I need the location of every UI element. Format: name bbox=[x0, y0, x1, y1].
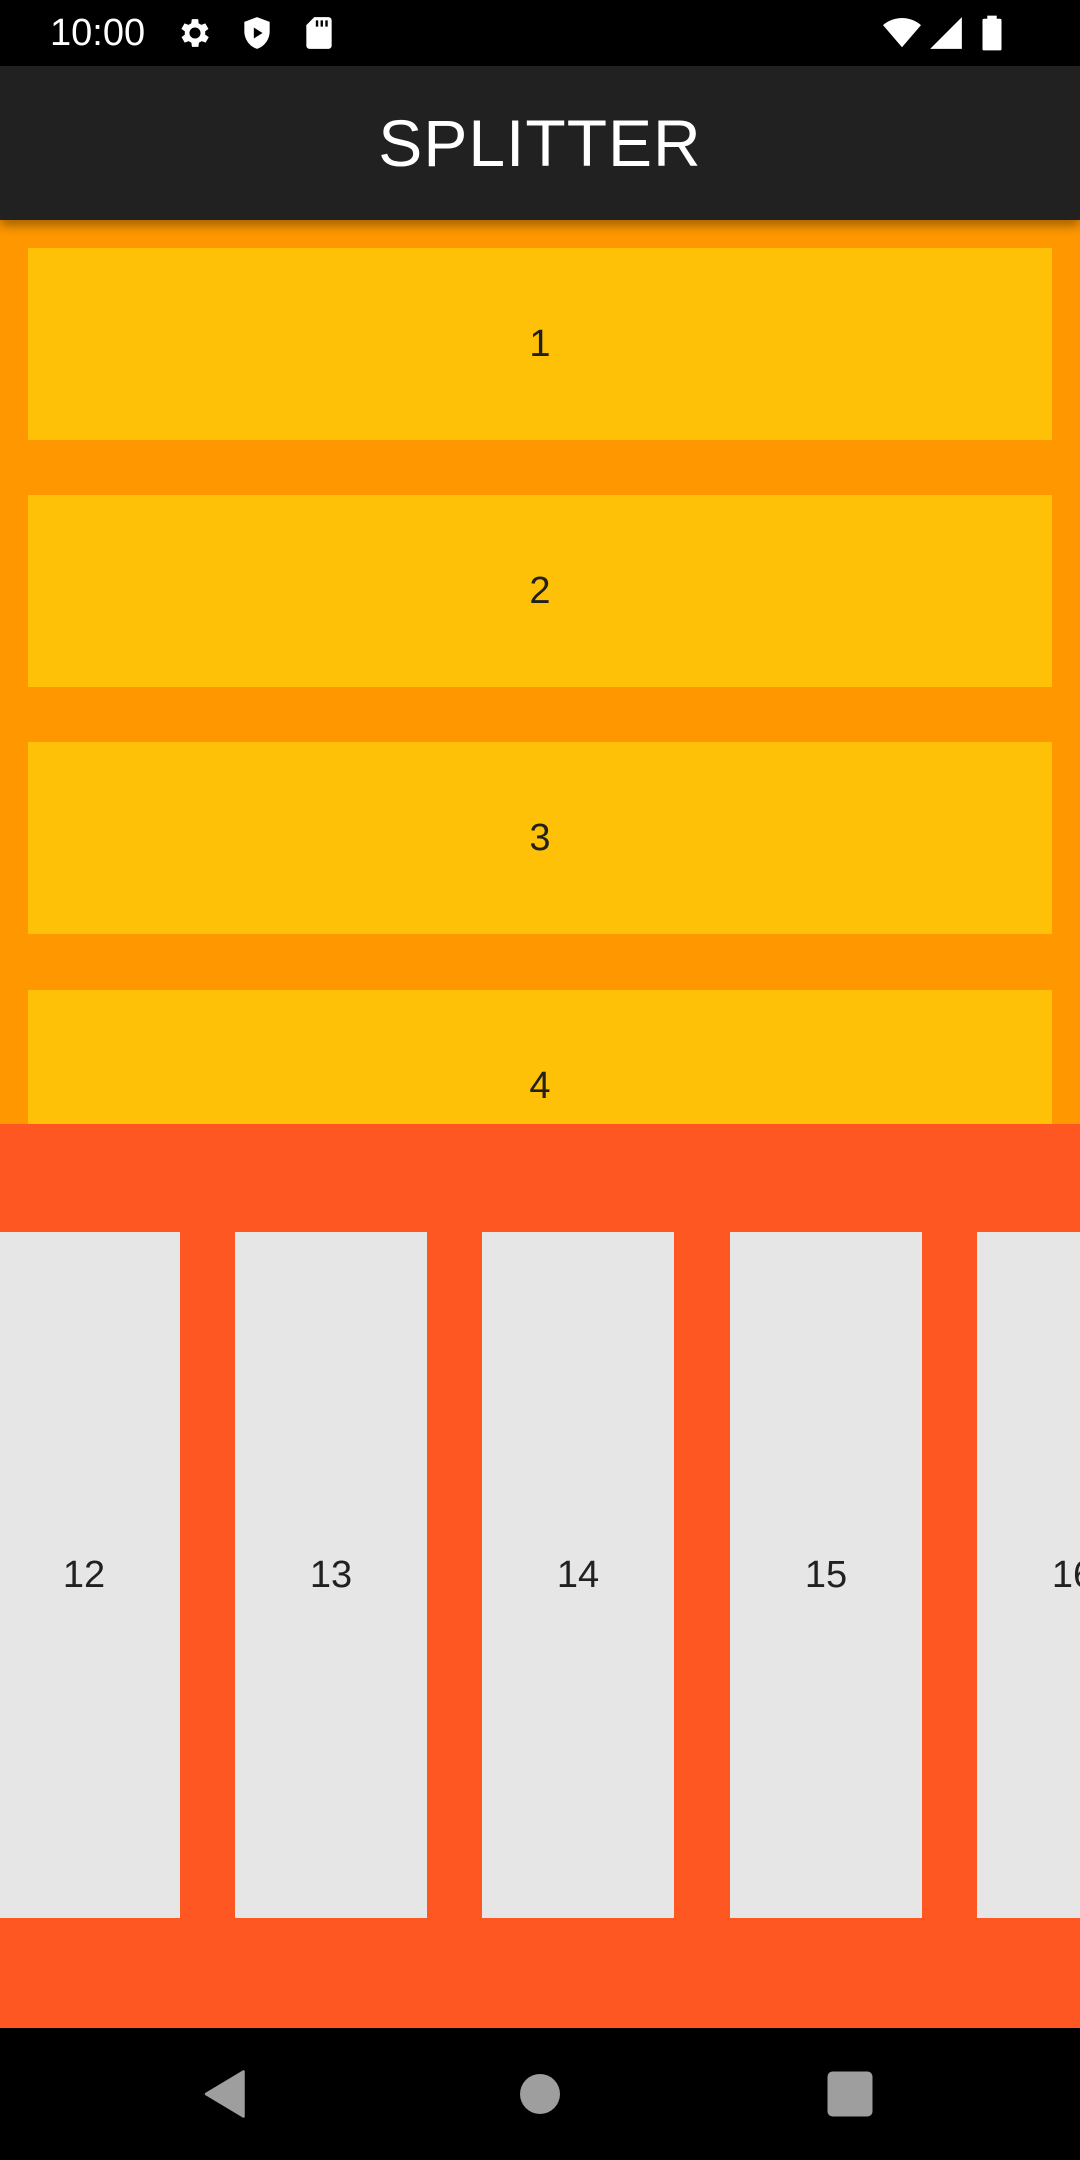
signal-icon bbox=[926, 14, 966, 52]
list-item[interactable]: 14 bbox=[482, 1232, 674, 1918]
list-item[interactable]: 13 bbox=[235, 1232, 427, 1918]
list-item[interactable]: 16 bbox=[977, 1232, 1080, 1918]
gear-icon bbox=[176, 14, 214, 52]
list-item[interactable]: 2 bbox=[28, 495, 1052, 687]
list-item-label: 3 bbox=[529, 816, 551, 859]
top-pane-vertical-list[interactable]: 1 2 3 4 bbox=[0, 220, 1080, 1124]
list-item-label: 4 bbox=[529, 1064, 551, 1107]
list-item-label: 16 bbox=[1051, 1553, 1080, 1596]
navigation-bar bbox=[0, 2028, 1080, 2160]
screen: 10:00 SPLITTER 1 2 3 4 12 13 14 15 1 bbox=[0, 0, 1080, 2160]
battery-icon bbox=[978, 14, 1006, 52]
app-title: SPLITTER bbox=[378, 106, 702, 180]
status-bar: 10:00 bbox=[0, 0, 1080, 66]
list-item[interactable]: 1 bbox=[28, 248, 1052, 440]
list-item[interactable]: 4 bbox=[28, 990, 1052, 1124]
list-item-label: 12 bbox=[62, 1553, 106, 1596]
back-icon[interactable] bbox=[196, 2064, 256, 2124]
status-time: 10:00 bbox=[50, 12, 146, 54]
list-item[interactable]: 3 bbox=[28, 742, 1052, 934]
recents-icon[interactable] bbox=[820, 2064, 880, 2124]
app-bar: SPLITTER bbox=[0, 66, 1080, 220]
list-item-label: 14 bbox=[556, 1553, 600, 1596]
list-item-label: 1 bbox=[529, 322, 551, 365]
bottom-pane-horizontal-list[interactable]: 12 13 14 15 16 bbox=[0, 1124, 1080, 2028]
wifi-icon bbox=[880, 14, 924, 52]
home-icon[interactable] bbox=[510, 2064, 570, 2124]
list-item-label: 2 bbox=[529, 569, 551, 612]
list-item[interactable]: 12 bbox=[0, 1232, 180, 1918]
list-item-label: 13 bbox=[309, 1553, 353, 1596]
sd-card-icon bbox=[300, 14, 338, 52]
list-item[interactable]: 15 bbox=[730, 1232, 922, 1918]
shield-play-icon bbox=[238, 14, 276, 52]
list-item-label: 15 bbox=[804, 1553, 848, 1596]
